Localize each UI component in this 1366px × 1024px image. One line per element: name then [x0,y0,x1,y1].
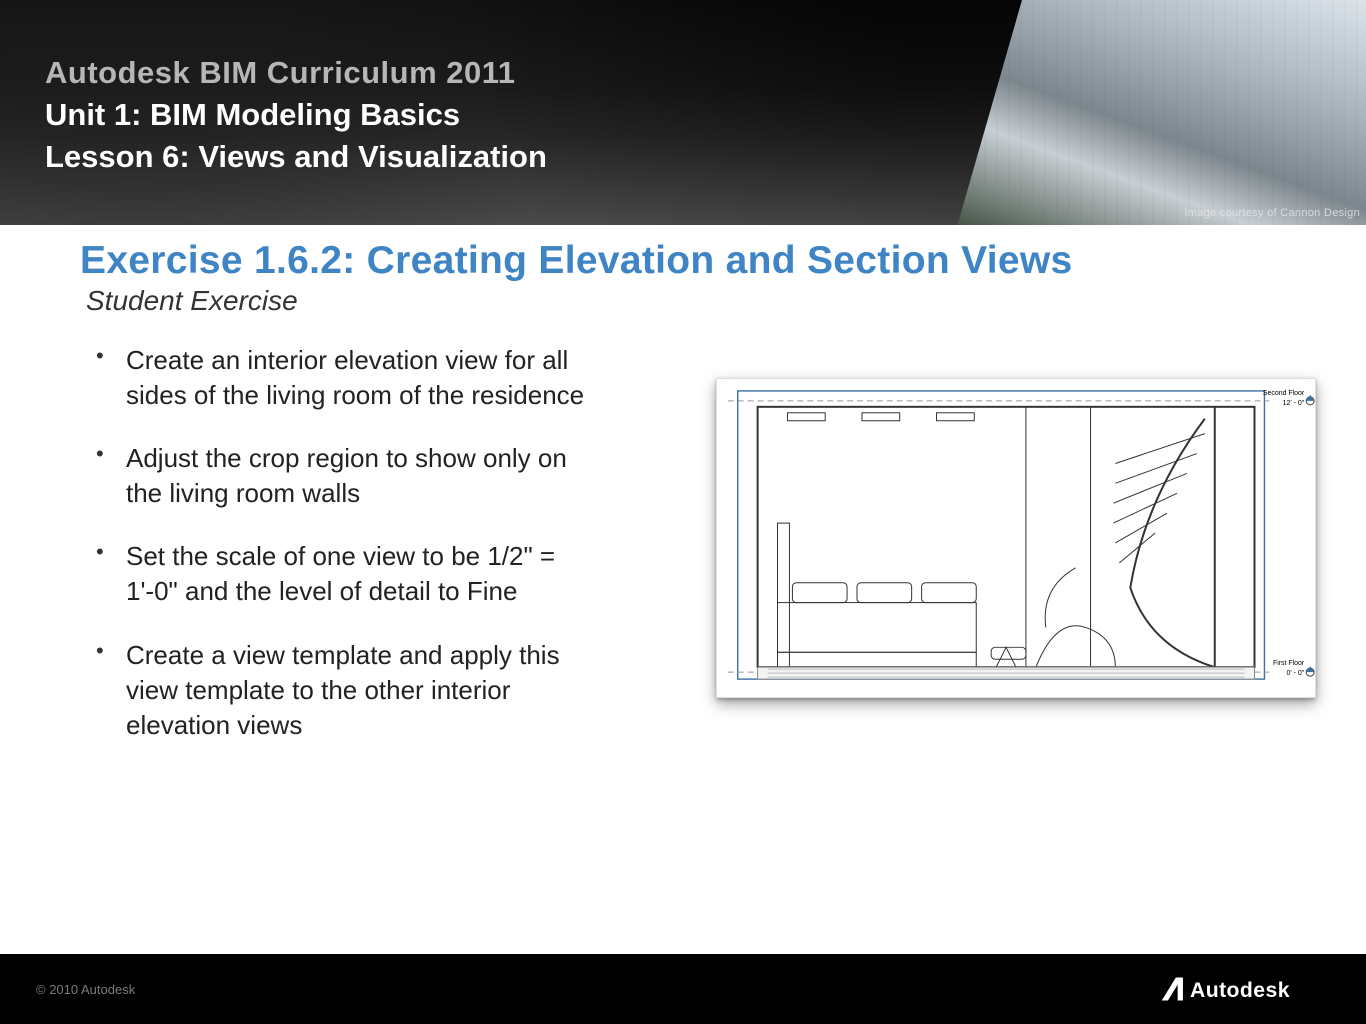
footer-bar: © 2010 Autodesk Autodesk [0,954,1366,1024]
header-text: Autodesk BIM Curriculum 2011 Unit 1: BIM… [45,55,547,175]
list-item: Create an interior elevation view for al… [86,343,606,413]
image-credit: Image courtesy of Cannon Design [1184,207,1360,219]
exercise-subtitle: Student Exercise [86,285,1366,317]
curriculum-title: Autodesk BIM Curriculum 2011 [45,55,547,91]
list-item: Create a view template and apply this vi… [86,638,606,743]
header-band: Image courtesy of Cannon Design Autodesk… [0,0,1366,225]
lesson-title: Lesson 6: Views and Visualization [45,139,547,175]
level-elev: 0' - 0" [1287,670,1305,677]
list-item: Adjust the crop region to show only on t… [86,441,606,511]
bullet-list: Create an interior elevation view for al… [86,343,606,771]
level-name: First Floor [1273,660,1305,667]
unit-title: Unit 1: BIM Modeling Basics [45,97,547,133]
elevation-figure: Second Floor 12' - 0" First Floor 0' - 0… [716,378,1316,698]
copyright-text: © 2010 Autodesk [36,982,135,997]
slide: Image courtesy of Cannon Design Autodesk… [0,0,1366,1024]
level-name: Second Floor [1263,390,1305,397]
brand-text: Autodesk [1190,979,1290,1002]
header-decor-image: Image courtesy of Cannon Design [936,0,1366,225]
list-item: Set the scale of one view to be 1/2" = 1… [86,539,606,609]
brand-logo: Autodesk [1160,954,1336,1024]
exercise-title: Exercise 1.6.2: Creating Elevation and S… [80,239,1366,283]
level-elev: 12' - 0" [1283,400,1305,407]
